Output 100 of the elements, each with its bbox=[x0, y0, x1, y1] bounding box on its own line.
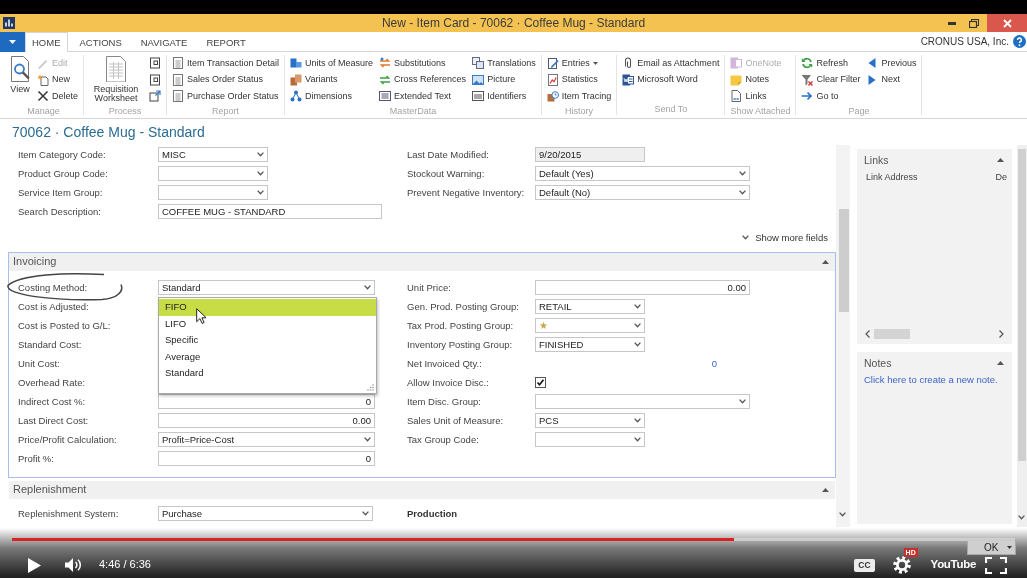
chevron-down-icon[interactable] bbox=[364, 437, 371, 442]
dropdown-field[interactable] bbox=[535, 394, 750, 409]
chevron-down-icon[interactable] bbox=[634, 323, 641, 328]
caret-up-icon[interactable] bbox=[822, 488, 829, 492]
dropdown-field[interactable] bbox=[158, 166, 268, 181]
ribbon-button[interactable]: Go to bbox=[801, 88, 861, 105]
number-field[interactable]: 0.00 bbox=[535, 280, 750, 295]
chevron-down-icon[interactable] bbox=[1018, 515, 1025, 520]
ribbon-button[interactable]: Delete bbox=[37, 88, 78, 105]
ribbon-button[interactable]: Refresh bbox=[801, 55, 861, 72]
new-note-link[interactable]: Click here to create a new note. bbox=[857, 374, 1012, 386]
chevron-down-icon[interactable] bbox=[257, 171, 264, 176]
dropdown-field[interactable]: MISC bbox=[158, 147, 268, 162]
caret-up-icon[interactable] bbox=[997, 361, 1004, 365]
minimize-icon[interactable] bbox=[948, 21, 956, 25]
ribbon-button[interactable]: Units of Measure bbox=[290, 55, 374, 72]
chevron-down-icon[interactable] bbox=[257, 190, 264, 195]
video-progress-track[interactable] bbox=[12, 538, 1015, 541]
ribbon-button[interactable]: Purchase Order Status bbox=[172, 88, 280, 105]
chevron-down-icon[interactable] bbox=[257, 152, 264, 157]
vertical-scrollbar[interactable] bbox=[836, 145, 850, 527]
fullscreen-icon[interactable] bbox=[985, 556, 1007, 574]
ribbon-button[interactable]: Email as Attachment bbox=[622, 55, 720, 72]
dropdown-option[interactable]: Specific bbox=[159, 332, 376, 349]
ribbon-button[interactable]: New bbox=[37, 71, 78, 88]
drilldown-value[interactable]: 0 bbox=[535, 357, 717, 370]
ribbon-button[interactable]: Previous bbox=[866, 55, 917, 72]
video-site-logo[interactable]: YouTube bbox=[930, 558, 976, 572]
dropdown-field[interactable]: PCS bbox=[535, 413, 645, 428]
dropdown-option[interactable]: Standard bbox=[159, 365, 376, 382]
section-header[interactable]: Replenishment bbox=[9, 481, 835, 499]
dropdown-field[interactable]: Profit=Price-Cost bbox=[158, 432, 375, 447]
chevron-down-icon[interactable] bbox=[634, 437, 641, 442]
captions-button[interactable]: CC bbox=[854, 558, 875, 572]
volume-icon[interactable] bbox=[65, 558, 83, 572]
ribbon-button[interactable]: Dimensions bbox=[290, 88, 374, 105]
dropdown-option[interactable]: Average bbox=[159, 348, 376, 365]
chevron-down-icon[interactable] bbox=[739, 171, 746, 176]
dropdown-option[interactable]: FIFO bbox=[159, 299, 376, 316]
scrollbar-thumb[interactable] bbox=[1018, 149, 1026, 461]
number-field[interactable]: 0.00 bbox=[158, 413, 375, 428]
help-icon[interactable] bbox=[1013, 35, 1026, 48]
scrollbar-thumb[interactable] bbox=[839, 209, 849, 312]
resize-grip-icon[interactable] bbox=[367, 384, 374, 391]
number-field[interactable]: 0 bbox=[158, 451, 375, 466]
chevron-down-icon[interactable] bbox=[742, 235, 750, 241]
chevron-right-icon[interactable] bbox=[999, 330, 1004, 338]
scrollbar-thumb[interactable] bbox=[874, 329, 910, 339]
dropdown-field[interactable]: Standard bbox=[158, 280, 375, 295]
play-icon[interactable] bbox=[28, 557, 41, 573]
checkbox[interactable] bbox=[535, 377, 546, 388]
restore-icon[interactable] bbox=[969, 18, 979, 28]
ribbon-tab[interactable]: REPORT bbox=[199, 32, 253, 52]
chevron-down-icon[interactable] bbox=[634, 304, 641, 309]
dropdown-field[interactable]: FINISHED bbox=[535, 337, 645, 352]
ribbon-button[interactable]: Extended Text bbox=[379, 88, 467, 105]
application-menu-button[interactable] bbox=[0, 32, 25, 52]
caret-up-icon[interactable] bbox=[997, 158, 1004, 162]
dropdown-option[interactable]: LIFO bbox=[159, 315, 376, 332]
chevron-down-icon[interactable] bbox=[739, 399, 746, 404]
number-field[interactable]: 0 bbox=[158, 394, 375, 409]
ribbon-button[interactable]: Requisition Worksheet bbox=[89, 55, 143, 104]
ribbon-button[interactable]: Microsoft Word bbox=[622, 71, 720, 88]
show-more-fields-button[interactable]: Show more fields bbox=[742, 232, 828, 244]
ribbon-button[interactable]: Links bbox=[730, 88, 782, 105]
chevron-down-icon[interactable] bbox=[364, 285, 371, 290]
ribbon-button[interactable]: Picture bbox=[472, 71, 536, 88]
ribbon-tab[interactable]: NAVIGATE bbox=[133, 32, 195, 52]
section-header[interactable]: Invoicing bbox=[9, 253, 835, 271]
dropdown-field[interactable] bbox=[158, 185, 268, 200]
ribbon-button[interactable]: Notes bbox=[730, 71, 782, 88]
ribbon-tab[interactable]: ACTIONS bbox=[72, 32, 129, 52]
ribbon-button[interactable]: Item Transaction Detail bbox=[172, 55, 280, 72]
chevron-down-icon[interactable] bbox=[362, 511, 369, 516]
ribbon-button[interactable]: Cross References bbox=[379, 71, 467, 88]
vertical-scrollbar[interactable] bbox=[1017, 145, 1027, 527]
ribbon-button[interactable]: Item Tracing bbox=[546, 88, 612, 105]
dropdown-field[interactable]: RETAIL bbox=[535, 299, 645, 314]
chevron-down-icon[interactable] bbox=[634, 418, 641, 423]
ribbon-button[interactable]: Clear Filter bbox=[801, 71, 861, 88]
ribbon-button[interactable]: Entries bbox=[546, 55, 612, 72]
caret-up-icon[interactable] bbox=[822, 260, 829, 264]
ribbon-button[interactable]: Variants bbox=[290, 71, 374, 88]
ribbon-button[interactable]: Translations bbox=[472, 55, 536, 72]
chevron-down-icon[interactable] bbox=[839, 512, 846, 517]
ribbon-button[interactable]: Next bbox=[866, 71, 917, 88]
ribbon-button[interactable]: View bbox=[9, 55, 31, 95]
dropdown-field[interactable] bbox=[535, 432, 645, 447]
settings-icon[interactable] bbox=[892, 556, 911, 574]
dropdown-field[interactable]: Default (Yes) bbox=[535, 166, 750, 181]
horizontal-scrollbar[interactable] bbox=[865, 328, 1004, 340]
ribbon-tab[interactable]: HOME bbox=[25, 32, 68, 52]
dropdown-field[interactable]: Default (No) bbox=[535, 185, 750, 200]
dropdown-field[interactable]: Purchase bbox=[158, 506, 373, 521]
ribbon-button[interactable]: Identifiers bbox=[472, 88, 536, 105]
chevron-down-icon[interactable] bbox=[739, 190, 746, 195]
document-frame-icon[interactable] bbox=[149, 57, 161, 70]
ribbon-button[interactable]: Sales Order Status bbox=[172, 71, 280, 88]
close-button[interactable] bbox=[987, 14, 1027, 32]
ribbon-button[interactable]: Substitutions bbox=[379, 55, 467, 72]
